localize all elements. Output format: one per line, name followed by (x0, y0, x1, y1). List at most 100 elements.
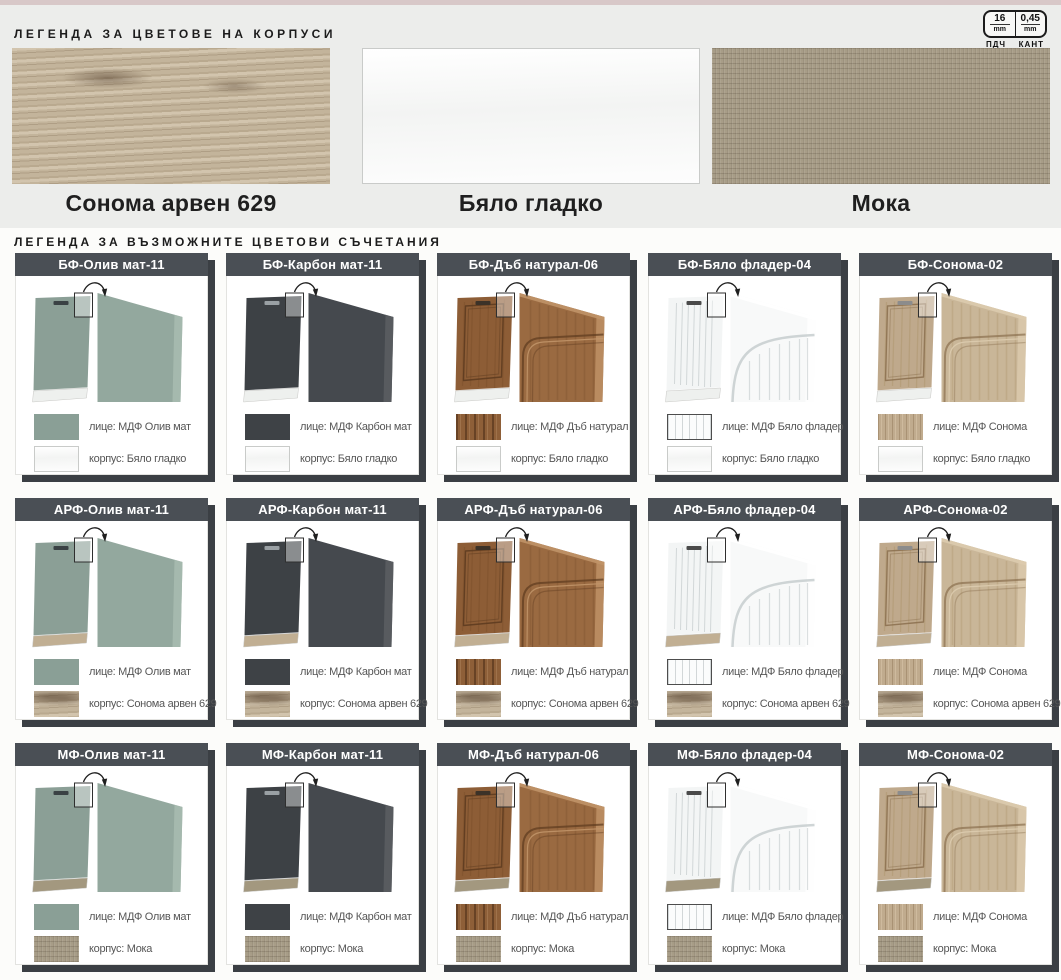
corpus-colors-title: ЛЕГЕНДА ЗА ЦВЕТОВЕ НА КОРПУСИ (14, 27, 336, 41)
body-label: корпус: Сонома арвен 629 (89, 698, 216, 710)
zoom-box-icon (497, 538, 515, 562)
edge-band-unit: mm (1016, 26, 1046, 34)
card-legend: лице: МДФ Сонома корпус: Мока (878, 904, 1051, 962)
combination-card: АРФ-Олив мат-11 (15, 498, 208, 720)
face-label: лице: МДФ Олив мат (89, 421, 191, 433)
zoom-box-icon (497, 783, 515, 807)
body-legend-row: корпус: Сонома арвен 629 (667, 691, 840, 717)
edge-band-value: 0,45 (1021, 14, 1041, 25)
face-color-chip (456, 659, 501, 685)
face-legend-row: лице: МДФ Сонома (878, 659, 1051, 685)
board-thickness-cell: 16 mm (985, 12, 1015, 36)
white-texture-swatch (362, 48, 700, 184)
card-title: МФ-Олив мат-11 (15, 743, 208, 766)
body-label: корпус: Сонома арвен 629 (511, 698, 638, 710)
face-legend-row: лице: МДФ Бяло фладер (667, 659, 840, 685)
zoom-arrow-icon (717, 773, 738, 782)
body-color-chip (34, 936, 79, 962)
body-color-chip (245, 936, 290, 962)
card-title: МФ-Бяло фладер-04 (648, 743, 841, 766)
combination-card: МФ-Сонома-02 (859, 743, 1052, 965)
right-door-panel (309, 293, 394, 402)
edge-band-cell: 0,45 mm (1015, 12, 1046, 36)
card-legend: лице: МДФ Дъб натурал корпус: Мока (456, 904, 629, 962)
body-label: корпус: Мока (722, 943, 785, 955)
body-label: корпус: Бяло гладко (933, 453, 1030, 465)
card-title: АРФ-Олив мат-11 (15, 498, 208, 521)
card-title: АРФ-Карбон мат-11 (226, 498, 419, 521)
zoom-box-icon (919, 783, 937, 807)
combination-card: БФ-Дъб натурал-06 (437, 253, 630, 475)
face-legend-row: лице: МДФ Сонома (878, 414, 1051, 440)
combination-card: АРФ-Карбон мат-11 (226, 498, 419, 720)
combinations-grid: БФ-Олив мат-11 (15, 253, 1052, 965)
door-preview (649, 766, 840, 902)
card-legend: лице: МДФ Дъб натурал корпус: Бяло гладк… (456, 414, 629, 472)
door-label-sticker (898, 546, 913, 550)
body-color-chip (245, 446, 290, 472)
card-title: БФ-Дъб натурал-06 (437, 253, 630, 276)
door-preview-drawing (649, 766, 840, 902)
face-legend-row: лице: МДФ Олив мат (34, 659, 207, 685)
face-color-chip (667, 414, 712, 440)
edge-spec-values: 16 mm 0,45 mm (983, 10, 1047, 38)
right-door-panel (309, 538, 394, 647)
card-legend: лице: МДФ Карбон мат корпус: Мока (245, 904, 418, 962)
zoom-box-icon (497, 293, 515, 317)
face-color-chip (878, 904, 923, 930)
door-label-sticker (265, 546, 280, 550)
face-label: лице: МДФ Карбон мат (300, 421, 411, 433)
zoom-arrow-icon (928, 283, 949, 292)
zoom-box-icon (708, 293, 726, 317)
door-preview-drawing (438, 276, 629, 412)
door-preview (438, 521, 629, 657)
body-label: корпус: Мока (933, 943, 996, 955)
zoom-box-icon (75, 293, 93, 317)
door-label-sticker (687, 791, 702, 795)
swatch-caption: Бяло гладко (362, 190, 700, 217)
mocha-texture-swatch (712, 48, 1050, 184)
corpus-swatch-mocha: Мока (712, 48, 1050, 217)
body-legend-row: корпус: Бяло гладко (245, 446, 418, 472)
body-legend-row: корпус: Бяло гладко (456, 446, 629, 472)
door-label-sticker (54, 301, 69, 305)
swatch-caption: Мока (712, 190, 1050, 217)
combination-card: БФ-Бяло фладер-04 (648, 253, 841, 475)
card-legend: лице: МДФ Бяло фладер корпус: Мока (667, 904, 840, 962)
door-preview-drawing (860, 766, 1051, 902)
door-label-sticker (476, 791, 491, 795)
body-color-chip (667, 446, 712, 472)
combination-card: МФ-Дъб натурал-06 (437, 743, 630, 965)
face-label: лице: МДФ Олив мат (89, 911, 191, 923)
face-legend-row: лице: МДФ Карбон мат (245, 414, 418, 440)
combination-card: БФ-Карбон мат-11 (226, 253, 419, 475)
right-door-panel (731, 293, 816, 402)
zoom-arrow-icon (928, 773, 949, 782)
combinations-title: ЛЕГЕНДА ЗА ВЪЗМОЖНИТЕ ЦВЕТОВИ СЪЧЕТАНИЯ (14, 235, 442, 249)
door-label-sticker (898, 301, 913, 305)
zoom-arrow-icon (295, 283, 316, 292)
zoom-box-icon (708, 538, 726, 562)
right-door-panel (731, 783, 816, 892)
body-label: корпус: Сонома арвен 629 (933, 698, 1060, 710)
body-legend-row: корпус: Сонома арвен 629 (878, 691, 1051, 717)
door-label-sticker (687, 546, 702, 550)
body-label: корпус: Бяло гладко (300, 453, 397, 465)
zoom-box-icon (286, 783, 304, 807)
face-legend-row: лице: МДФ Карбон мат (245, 659, 418, 685)
edge-spec-box: 16 mm 0,45 mm ПДЧ КАНТ (983, 10, 1047, 49)
door-preview-drawing (649, 521, 840, 657)
right-door-panel (309, 783, 394, 892)
face-color-chip (667, 904, 712, 930)
face-legend-row: лице: МДФ Олив мат (34, 904, 207, 930)
door-preview (438, 766, 629, 902)
door-preview (860, 276, 1051, 412)
face-legend-row: лице: МДФ Дъб натурал (456, 904, 629, 930)
card-legend: лице: МДФ Бяло фладер корпус: Бяло гладк… (667, 414, 840, 472)
zoom-arrow-icon (84, 283, 105, 292)
body-label: корпус: Мока (300, 943, 363, 955)
board-thickness-value: 16 (990, 14, 1010, 25)
body-legend-row: корпус: Бяло гладко (667, 446, 840, 472)
body-label: корпус: Сонома арвен 629 (300, 698, 427, 710)
zoom-arrow-icon (717, 283, 738, 292)
